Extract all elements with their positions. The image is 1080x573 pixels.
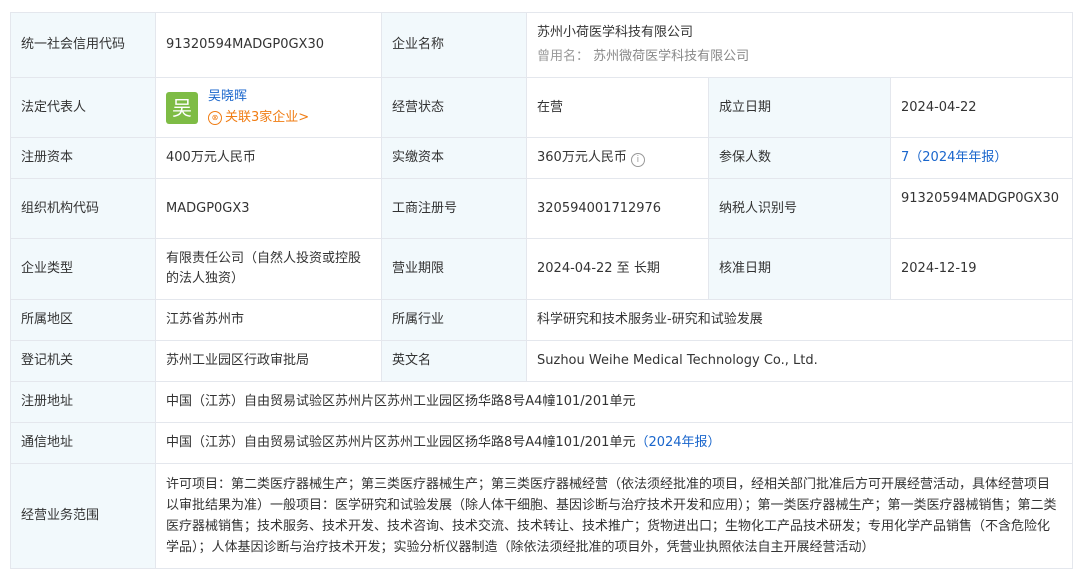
table-row: 经营业务范围 许可项目：第二类医疗器械生产；第三类医疗器械生产；第三类医疗器械经… — [10, 463, 1074, 569]
former-name: 曾用名： 苏州微荷医学科技有限公司 — [537, 47, 1062, 67]
region-value: 江苏省苏州市 — [155, 299, 382, 341]
approval-date-label: 核准日期 — [708, 238, 891, 300]
table-row: 通信地址 中国（江苏）自由贸易试验区苏州片区苏州工业园区扬华路8号A4幢101/… — [10, 422, 1074, 464]
former-name-value: 苏州微荷医学科技有限公司 — [593, 49, 750, 64]
mail-address-label: 通信地址 — [10, 422, 156, 464]
region-label: 所属地区 — [10, 299, 156, 341]
related-companies-text: 关联3家企业> — [225, 110, 310, 125]
insured-report-link[interactable]: （2024年年报） — [909, 150, 1007, 165]
company-name-label: 企业名称 — [381, 12, 527, 78]
paid-capital-label: 实缴资本 — [381, 137, 527, 179]
biz-reg-no-label: 工商注册号 — [381, 178, 527, 239]
table-row: 法定代表人 吴 吴晓晖 ⊗ 关联3家企业> 经营状态 在营 成立日期 2024-… — [10, 77, 1074, 138]
english-name-value: Suzhou Weihe Medical Technology Co., Ltd… — [525, 340, 1074, 382]
reg-capital-value: 400万元人民币 — [155, 137, 382, 179]
mail-address-cell: 中国（江苏）自由贸易试验区苏州片区苏州工业园区扬华路8号A4幢101/201单元… — [154, 422, 1074, 464]
industry-value: 科学研究和技术服务业-研究和试验发展 — [525, 299, 1074, 341]
authority-value: 苏州工业园区行政审批局 — [155, 340, 382, 382]
founded-value: 2024-04-22 — [889, 77, 1074, 138]
table-row: 企业类型 有限责任公司（自然人投资或控股的法人独资） 营业期限 2024-04-… — [10, 238, 1074, 300]
paid-capital-cell: 360万元人民币 i — [526, 137, 709, 179]
paid-capital-value: 360万元人民币 — [537, 150, 627, 165]
credit-code-label: 统一社会信用代码 — [10, 12, 156, 78]
company-type-value: 有限责任公司（自然人投资或控股的法人独资） — [155, 238, 382, 300]
mail-address-report-link[interactable]: （2024年报） — [635, 435, 720, 450]
taxpayer-id-value: 91320594MADGP0GX30 — [889, 178, 1074, 239]
former-name-label: 曾用名： — [537, 49, 590, 64]
mail-address-value: 中国（江苏）自由贸易试验区苏州片区苏州工业园区扬华路8号A4幢101/201单元 — [166, 435, 636, 450]
reg-address-label: 注册地址 — [10, 381, 156, 423]
company-type-label: 企业类型 — [10, 238, 156, 300]
legal-rep-cell: 吴 吴晓晖 ⊗ 关联3家企业> — [155, 77, 382, 138]
legal-rep-label: 法定代表人 — [10, 77, 156, 138]
table-row: 注册资本 400万元人民币 实缴资本 360万元人民币 i 参保人数 7（2024… — [10, 137, 1074, 179]
org-code-label: 组织机构代码 — [10, 178, 156, 239]
biz-term-label: 营业期限 — [381, 238, 527, 300]
credit-code-value: 91320594MADGP0GX30 — [155, 12, 382, 78]
info-icon[interactable]: i — [630, 153, 645, 167]
industry-label: 所属行业 — [381, 299, 527, 341]
table-row: 注册地址 中国（江苏）自由贸易试验区苏州片区苏州工业园区扬华路8号A4幢101/… — [10, 381, 1074, 423]
related-icon: ⊗ — [208, 111, 222, 125]
table-row: 统一社会信用代码 91320594MADGP0GX30 企业名称 苏州小荷医学科… — [10, 12, 1074, 78]
biz-reg-no-value: 320594001712976 — [526, 178, 709, 239]
reg-capital-label: 注册资本 — [10, 137, 156, 179]
avatar[interactable]: 吴 — [166, 91, 198, 124]
company-info-panel: 统一社会信用代码 91320594MADGP0GX30 企业名称 苏州小荷医学科… — [10, 12, 1074, 569]
company-info-table: 统一社会信用代码 91320594MADGP0GX30 企业名称 苏州小荷医学科… — [10, 12, 1074, 569]
org-code-value: MADGP0GX3 — [155, 178, 382, 239]
scope-value: 许可项目：第二类医疗器械生产；第三类医疗器械生产；第三类医疗器械经营（依法须经批… — [154, 463, 1074, 569]
table-row: 所属地区 江苏省苏州市 所属行业 科学研究和技术服务业-研究和试验发展 — [10, 299, 1074, 341]
table-row: 组织机构代码 MADGP0GX3 工商注册号 320594001712976 纳… — [10, 178, 1074, 239]
related-companies-link[interactable]: ⊗ 关联3家企业> — [208, 108, 309, 128]
authority-label: 登记机关 — [10, 340, 156, 382]
taxpayer-id-label: 纳税人识别号 — [708, 178, 891, 239]
insured-label: 参保人数 — [708, 137, 891, 179]
status-value: 在营 — [526, 77, 709, 138]
legal-rep-name-link[interactable]: 吴晓晖 — [208, 87, 309, 107]
company-name-value: 苏州小荷医学科技有限公司 — [537, 25, 694, 40]
reg-address-value: 中国（江苏）自由贸易试验区苏州片区苏州工业园区扬华路8号A4幢101/201单元 — [154, 381, 1074, 423]
company-name-cell: 苏州小荷医学科技有限公司 曾用名： 苏州微荷医学科技有限公司 — [525, 12, 1074, 78]
table-row: 登记机关 苏州工业园区行政审批局 英文名 Suzhou Weihe Medica… — [10, 340, 1074, 382]
approval-date-value: 2024-12-19 — [889, 238, 1074, 300]
english-name-label: 英文名 — [381, 340, 527, 382]
biz-term-value: 2024-04-22 至 长期 — [526, 238, 709, 300]
scope-label: 经营业务范围 — [10, 463, 156, 569]
status-label: 经营状态 — [381, 77, 527, 138]
founded-label: 成立日期 — [708, 77, 891, 138]
insured-cell: 7（2024年年报） — [889, 137, 1074, 179]
